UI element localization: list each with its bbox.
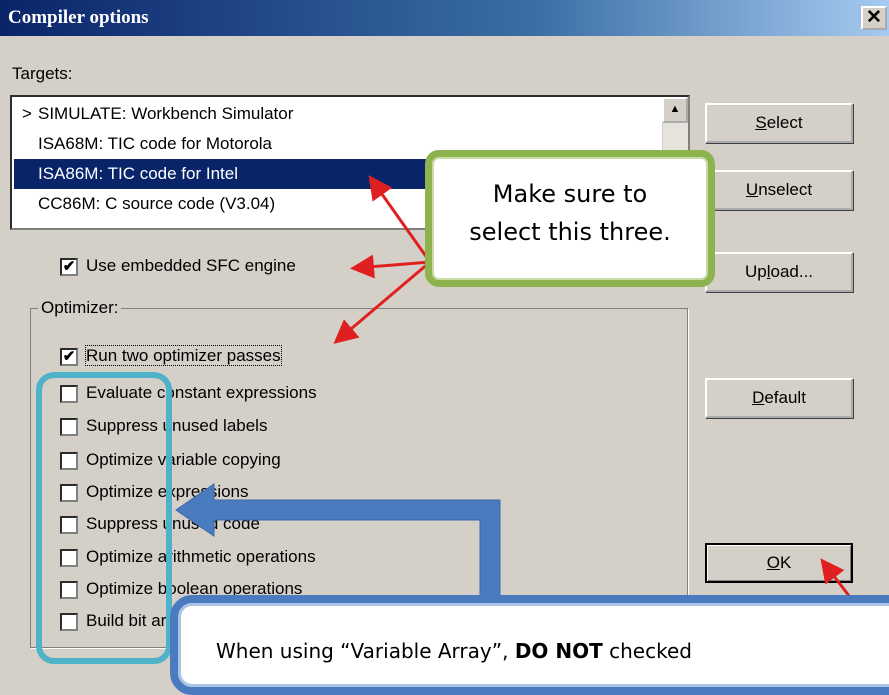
variable-array-note: When using “Variable Array”, DO NOT chec… — [170, 595, 889, 695]
callout-line: select this three. — [469, 218, 671, 246]
red-arrow-to-sfc — [350, 254, 431, 279]
note-text: When using “Variable Array”, — [216, 639, 515, 663]
callout-line: Make sure to — [492, 180, 648, 208]
note-text: checked — [602, 639, 692, 663]
annotation-arrows — [175, 175, 858, 606]
note-emphasis: DO NOT — [514, 639, 603, 663]
red-arrow-to-two-passes — [333, 260, 431, 344]
red-arrow-to-isa86m — [368, 175, 432, 263]
blue-arrow-to-options — [175, 483, 501, 606]
select-three-callout: Make sure to select this three. — [425, 150, 715, 287]
